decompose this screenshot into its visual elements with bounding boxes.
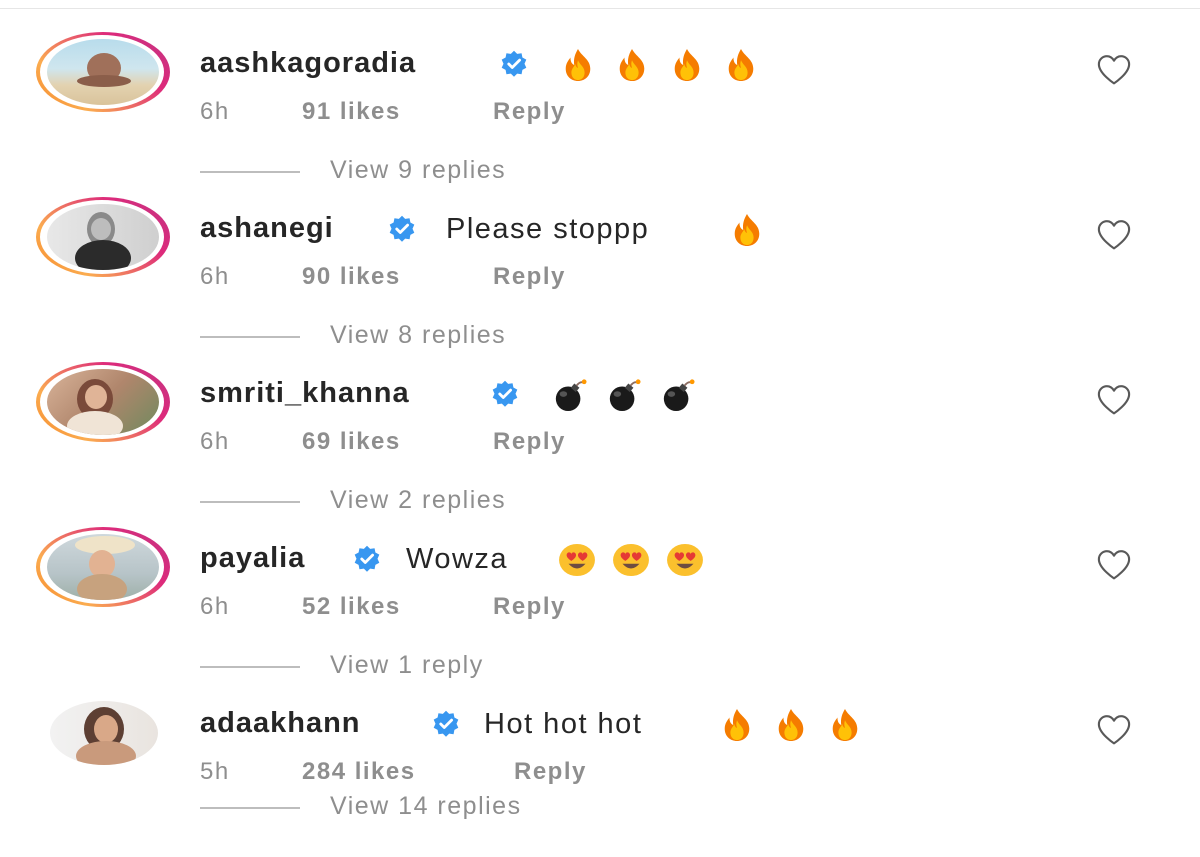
replies-divider [200, 807, 300, 809]
replies-divider [200, 336, 300, 338]
avatar[interactable] [35, 197, 171, 277]
reply-button[interactable]: Reply [493, 428, 566, 456]
comment-time: 5h [200, 758, 230, 785]
avatar-photo [50, 701, 158, 765]
comment-username[interactable]: ashanegi [200, 212, 334, 245]
avatar[interactable] [35, 692, 171, 772]
replies-divider [200, 501, 300, 503]
avatar[interactable] [35, 32, 171, 112]
comment-item: adaakhann Hot hot hot 5h 284 likes Reply… [0, 692, 1200, 857]
likes-count[interactable]: 90 likes [302, 263, 401, 291]
comment-item: aashkagoradia 6h 91 likes Reply View 9 r… [0, 32, 1200, 197]
verified-badge-icon [432, 710, 460, 738]
likes-count[interactable]: 91 likes [302, 98, 401, 126]
fire-emoji-icon [772, 708, 810, 742]
comment-username[interactable]: adaakhann [200, 707, 361, 740]
reply-button[interactable]: Reply [514, 758, 587, 786]
comment-text: Wowza [406, 543, 509, 575]
top-divider [0, 8, 1200, 9]
avatar-photo [47, 369, 159, 435]
like-heart-icon[interactable] [1096, 54, 1132, 86]
verified-badge-icon [491, 380, 519, 408]
avatar-photo [47, 534, 159, 600]
view-replies-button[interactable]: View 14 replies [330, 792, 522, 821]
comment-text: Hot hot hot [484, 708, 643, 740]
like-heart-icon[interactable] [1096, 714, 1132, 746]
like-heart-icon[interactable] [1096, 549, 1132, 581]
verified-badge-icon [500, 50, 528, 78]
comment-username[interactable]: payalia [200, 542, 305, 575]
heart-eyes-emoji-icon [612, 543, 650, 577]
fire-emoji-icon [722, 48, 760, 82]
fire-emoji-icon [668, 48, 706, 82]
comment-item: smriti_khanna 6h 69 likes Reply View 2 r… [0, 362, 1200, 527]
heart-eyes-emoji-icon [558, 543, 596, 577]
bomb-emoji-icon [551, 378, 589, 412]
heart-eyes-emoji-icon [666, 543, 704, 577]
fire-emoji-icon [826, 708, 864, 742]
verified-badge-icon [353, 545, 381, 573]
reply-button[interactable]: Reply [493, 593, 566, 621]
like-heart-icon[interactable] [1096, 384, 1132, 416]
fire-emoji-icon [559, 48, 597, 82]
comment-time: 6h [200, 593, 230, 620]
view-replies-button[interactable]: View 2 replies [330, 486, 506, 515]
likes-count[interactable]: 284 likes [302, 758, 416, 786]
view-replies-button[interactable]: View 1 reply [330, 651, 484, 680]
comment-time: 6h [200, 98, 230, 125]
bomb-emoji-icon [605, 378, 643, 412]
fire-emoji-icon [718, 708, 756, 742]
replies-divider [200, 666, 300, 668]
comment-username[interactable]: smriti_khanna [200, 377, 410, 410]
comment-item: payalia Wowza 6h 52 likes Reply View 1 r… [0, 527, 1200, 692]
comment-time: 6h [200, 263, 230, 290]
avatar[interactable] [35, 527, 171, 607]
comment-text: Please stoppp [446, 213, 650, 245]
like-heart-icon[interactable] [1096, 219, 1132, 251]
fire-emoji-icon [613, 48, 651, 82]
likes-count[interactable]: 69 likes [302, 428, 401, 456]
comment-item: ashanegi Please stoppp 6h 90 likes Reply… [0, 197, 1200, 362]
bomb-emoji-icon [659, 378, 697, 412]
comment-username[interactable]: aashkagoradia [200, 47, 416, 80]
view-replies-button[interactable]: View 9 replies [330, 156, 506, 185]
avatar[interactable] [35, 362, 171, 442]
view-replies-button[interactable]: View 8 replies [330, 321, 506, 350]
fire-emoji-icon [728, 213, 766, 247]
reply-button[interactable]: Reply [493, 263, 566, 291]
verified-badge-icon [388, 215, 416, 243]
reply-button[interactable]: Reply [493, 98, 566, 126]
replies-divider [200, 171, 300, 173]
avatar-photo [47, 39, 159, 105]
comment-time: 6h [200, 428, 230, 455]
likes-count[interactable]: 52 likes [302, 593, 401, 621]
avatar-photo [47, 204, 159, 270]
